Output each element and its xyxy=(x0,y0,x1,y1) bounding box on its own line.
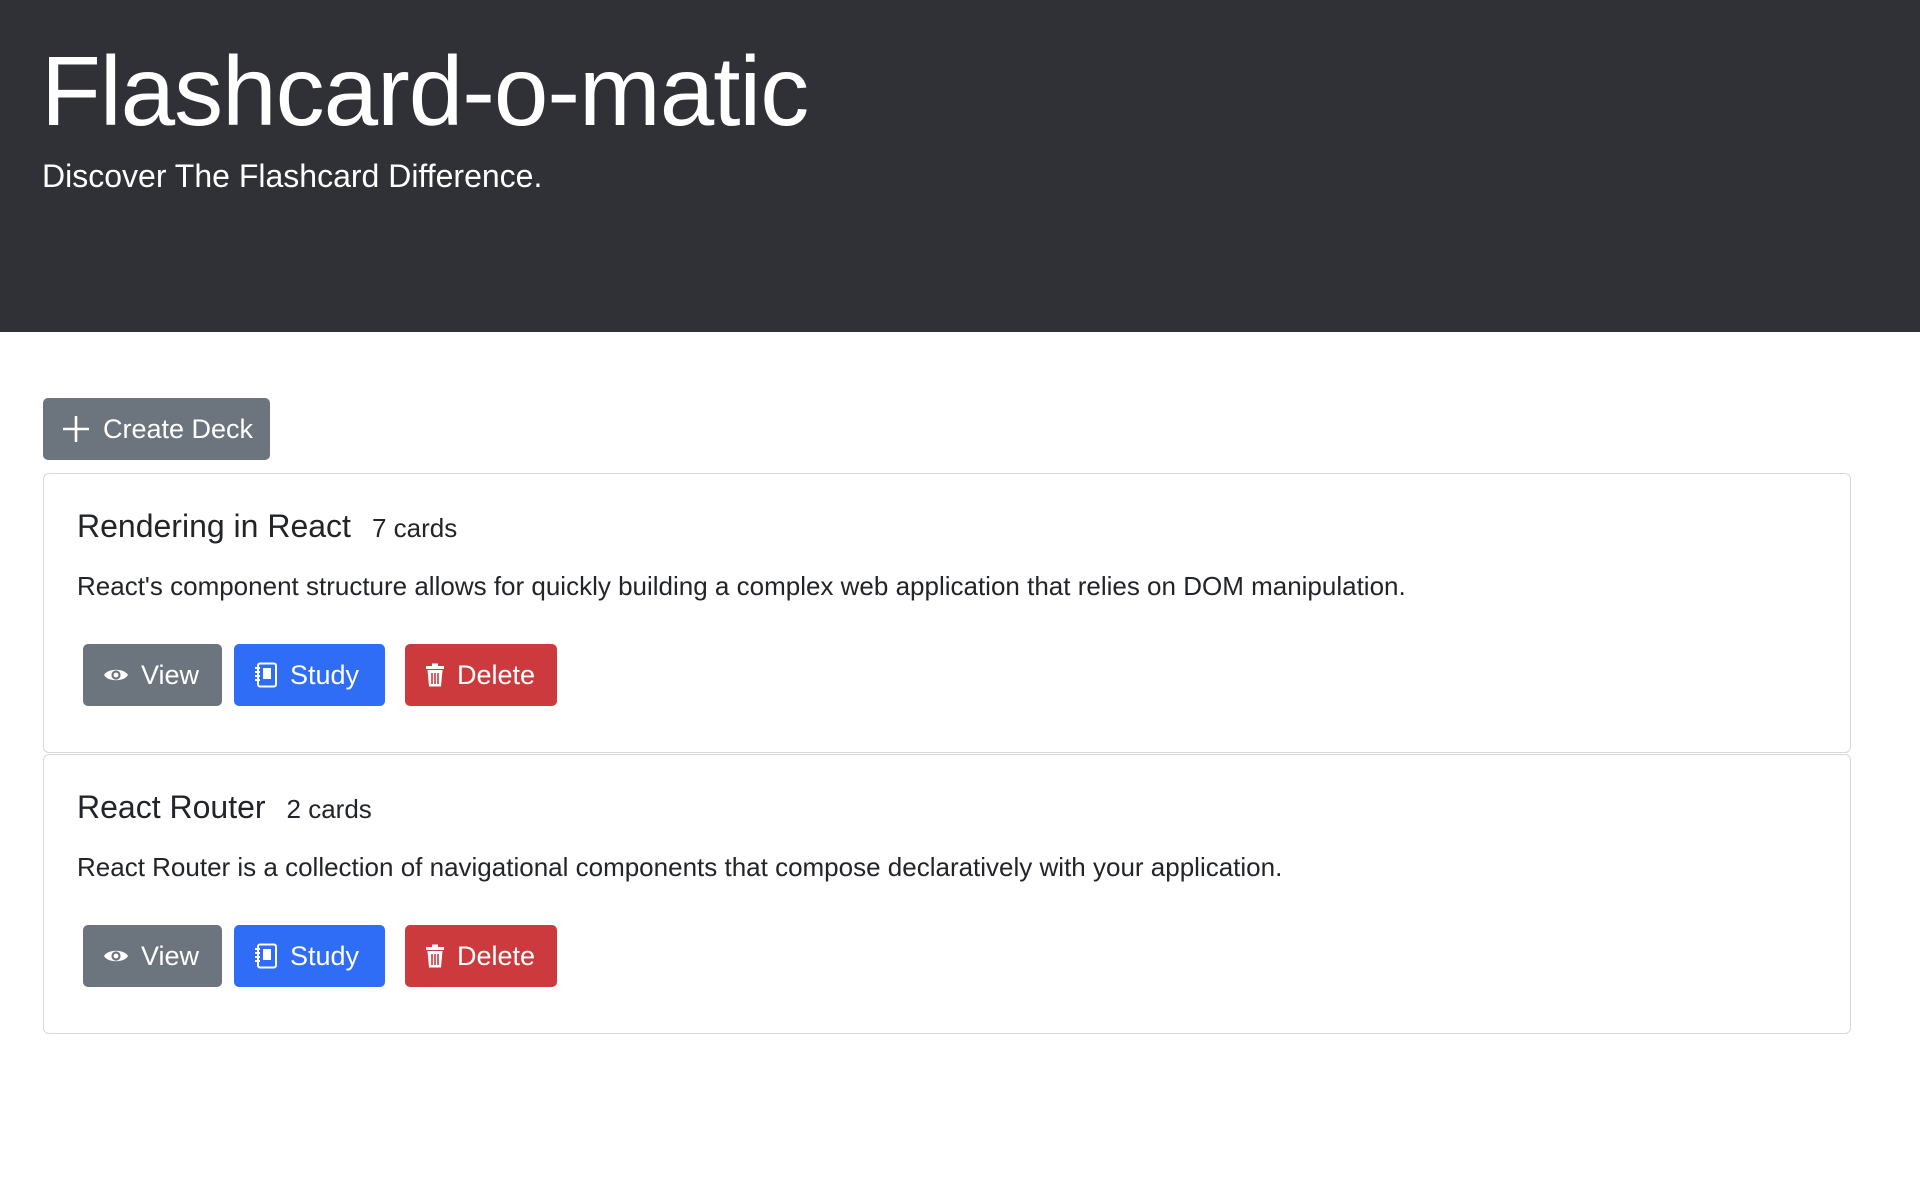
delete-button[interactable]: Delete xyxy=(405,925,557,987)
deck-description: React's component structure allows for q… xyxy=(77,571,1406,601)
deck-heading: Rendering in React 7 cards xyxy=(77,508,457,545)
study-label: Study xyxy=(290,659,360,690)
plus-icon xyxy=(63,416,89,442)
delete-label: Delete xyxy=(457,940,536,971)
view-button[interactable]: View xyxy=(83,925,222,987)
trash-icon xyxy=(425,944,445,968)
study-button[interactable]: Study xyxy=(234,925,385,987)
deck-card-count: 7 cards xyxy=(371,513,458,543)
deck-name: React Router xyxy=(77,789,266,825)
view-button[interactable]: View xyxy=(83,644,222,706)
journal-icon xyxy=(254,943,278,969)
view-label: View xyxy=(141,659,200,690)
delete-label: Delete xyxy=(457,659,536,690)
eye-icon xyxy=(103,947,129,965)
app-subtitle: Discover The Flashcard Difference. xyxy=(42,158,543,194)
deck-name: Rendering in React xyxy=(77,508,351,544)
create-deck-label: Create Deck xyxy=(103,413,254,444)
deck-card: Rendering in React 7 cards React's compo… xyxy=(43,473,1851,753)
header-banner: Flashcard-o-matic Discover The Flashcard… xyxy=(0,0,1920,332)
deck-card: React Router 2 cards React Router is a c… xyxy=(43,754,1851,1034)
study-label: Study xyxy=(290,940,360,971)
study-button[interactable]: Study xyxy=(234,644,385,706)
deck-card-count: 2 cards xyxy=(286,794,372,824)
journal-icon xyxy=(254,662,278,688)
trash-icon xyxy=(425,663,445,687)
create-deck-button[interactable]: Create Deck xyxy=(43,398,270,460)
eye-icon xyxy=(103,666,129,684)
app-title: Flashcard-o-matic xyxy=(41,36,809,146)
deck-description: React Router is a collection of navigati… xyxy=(77,852,1283,882)
delete-button[interactable]: Delete xyxy=(405,644,557,706)
view-label: View xyxy=(141,940,200,971)
deck-heading: React Router 2 cards xyxy=(77,789,372,826)
